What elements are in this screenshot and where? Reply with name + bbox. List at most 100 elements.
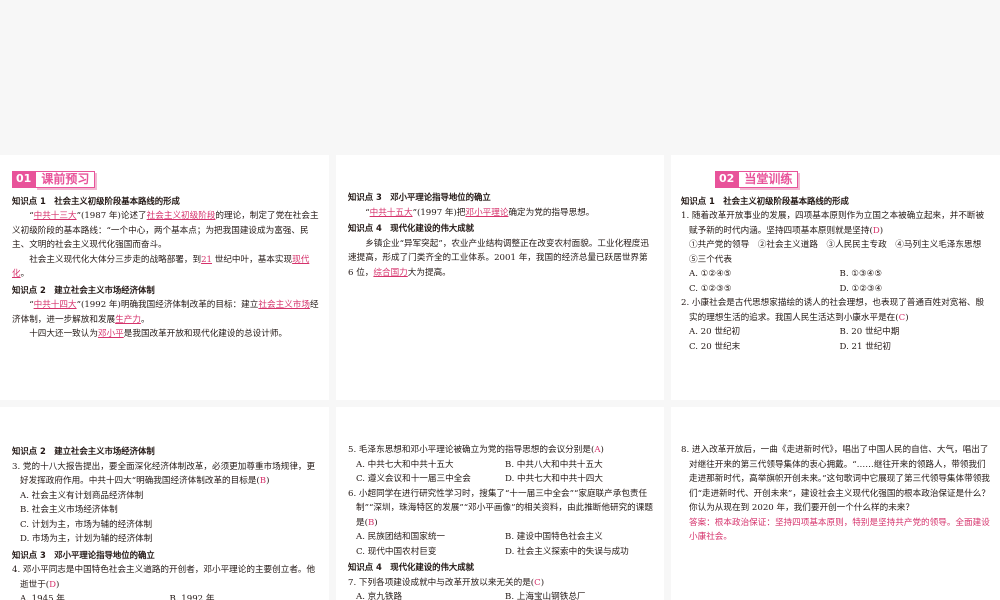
blank-answer: 社会主义初级阶段 (146, 211, 216, 221)
knowledge-point-title: 知识点 4 现代化建设的伟大成就 (348, 223, 474, 233)
answer-text: 答案：根本政治保证：坚持四项基本原则，特别是坚持共产党的领导。全面建设小康社会。 (689, 517, 990, 543)
option: A. 民族团结和国家统一 (356, 532, 446, 542)
option: C. 计划为主，市场为辅的经济体制 (20, 519, 153, 530)
blank-answer: 邓小平理论 (465, 207, 509, 218)
options: A. ①②④⑤ B. ①③④⑤ C. ①②③⑤ D. ①②③④ (681, 267, 990, 296)
option: A. 中共七大和中共十五大 (356, 459, 454, 470)
question-1: 1. 随着改革开放事业的发展，四项基本原则作为立国之本被确立起来，并不断被赋予新… (681, 209, 990, 238)
option: D. ①②③④ (839, 283, 883, 294)
blank-answer: 中共十三大 (33, 211, 77, 221)
section-header-practice: 02 当堂训练 (715, 171, 990, 188)
section-header-preview: 01 课前预习 (12, 171, 319, 188)
option: C. 现代中国农村巨变 (356, 546, 437, 557)
knowledge-point-title: 知识点 2 建立社会主义市场经济体制 (12, 446, 155, 456)
text: ) (905, 312, 909, 323)
option: B. 中共八大和中共十五大 (505, 459, 603, 470)
section-title: 当堂训练 (738, 171, 799, 188)
paragraph: 社会主义现代化大体分三步走的战略部署，到21 世纪中叶，基本实现现代化。 (12, 253, 319, 282)
section-number: 02 (715, 171, 739, 188)
text: 。 (20, 269, 30, 279)
question-items: ①共产党的领导 ②社会主义道路 ③人民民主专政 ④马列主义毛泽东思想 ⑤三个代表 (689, 240, 990, 265)
option: B. 上海宝山钢铁总厂 (505, 592, 586, 600)
question-4: 4. 邓小平同志是中国特色社会主义道路的开创者，邓小平理论的主要创立者。他逝世于… (12, 563, 319, 592)
knowledge-point-title: 知识点 4 现代化建设的伟大成就 (348, 562, 474, 572)
question-6: 6. 小超同学在进行研究性学习时，搜集了“十一届三中全会”“家庭联产承包责任制”… (348, 487, 654, 531)
option: D. 市场为主，计划为辅的经济体制 (20, 534, 153, 544)
panel-preview: 01 课前预习 知识点 1 社会主义初级阶段基本路线的形成 “中共十三大”(19… (0, 155, 329, 400)
answer: D (872, 225, 880, 236)
question-3: 3. 党的十八大报告提出，要全面深化经济体制改革，必须更加尊重市场规律，更好发挥… (12, 460, 319, 489)
question-text: 2. 小康社会是古代思想家描绘的诱人的社会理想，也表现了普通百姓对宽裕、殷实的理… (681, 298, 985, 323)
knowledge-point-title: 知识点 1 社会主义初级阶段基本路线的形成 (681, 195, 849, 206)
section-number: 01 (12, 171, 36, 188)
blank-answer: 中共十四大 (33, 300, 77, 310)
text: 社会主义现代化大体分三步走的战略部署，到 (29, 254, 202, 265)
knowledge-point-title: 知识点 2 建立社会主义市场经济体制 (12, 284, 155, 295)
option: C. ①②③⑤ (689, 283, 732, 294)
option: B. 建设中国特色社会主义 (505, 532, 603, 542)
option: D. 中共七大和中共十四大 (505, 474, 603, 484)
option: A. ①②④⑤ (689, 269, 732, 279)
options: A. 京九铁路 B. 上海宝山钢铁总厂 (348, 590, 654, 600)
option: A. 1945 年 (20, 594, 65, 600)
paragraph: 十四大还一致认为邓小平是我国改革开放和现代化建设的总设计师。 (12, 327, 319, 342)
blank-answer: 邓小平 (97, 329, 124, 339)
text: 大为提高。 (407, 267, 451, 278)
section-title: 课前预习 (35, 171, 96, 188)
text: 十四大还一致认为 (29, 329, 98, 339)
text: ”(1997 年)把 (412, 207, 466, 218)
option: B. 20 世纪中期 (839, 327, 900, 337)
question-text: 7. 下列各项建设成就中与改革开放以来无关的是( (348, 577, 535, 588)
knowledge-point-title: 知识点 3 邓小平理论指导地位的确立 (348, 192, 491, 202)
knowledge-point-title: 知识点 3 邓小平理论指导地位的确立 (12, 549, 155, 560)
option: A. 社会主义有计划商品经济体制 (20, 490, 144, 501)
panel-class-practice: 02 当堂训练 知识点 1 社会主义初级阶段基本路线的形成 1. 随着改革开放事… (671, 155, 1000, 400)
question-7: 7. 下列各项建设成就中与改革开放以来无关的是(C) (348, 576, 654, 591)
paragraph: “中共十三大”(1987 年)论述了社会主义初级阶段的理论，制定了党在社会主义初… (12, 209, 319, 253)
panel-practice-4: 8. 进入改革开放后，一曲《走进新时代》，唱出了中国人民的自信、大气，唱出了对继… (671, 407, 1000, 600)
options: A. 1945 年 B. 1992 年 (12, 592, 319, 600)
option: A. 京九铁路 (356, 592, 403, 600)
question-8: 8. 进入改革开放后，一曲《走进新时代》，唱出了中国人民的自信、大气，唱出了对继… (681, 443, 990, 516)
paragraph: “中共十四大”(1992 年)明确我国经济体制改革的目标：建立社会主义市场经济体… (12, 298, 319, 327)
text: ) (879, 225, 884, 236)
question-text: 6. 小超同学在进行研究性学习时，搜集了“十一届三中全会”“家庭联产承包责任制”… (348, 488, 653, 528)
question-2: 2. 小康社会是古代思想家描绘的诱人的社会理想，也表现了普通百姓对宽裕、殷实的理… (681, 296, 990, 325)
text: ”(1987 年)论述了 (76, 211, 147, 221)
options: A. 中共七大和中共十五大 B. 中共八大和中共十五大 C. 遵义会议和十一届三… (348, 458, 654, 487)
option: B. ①③④⑤ (839, 269, 883, 279)
knowledge-point-title: 知识点 1 社会主义初级阶段基本路线的形成 (12, 195, 180, 206)
text: 世纪中叶，基本实现 (212, 254, 293, 265)
text: ”(1992 年)明确我国经济体制改革的目标：建立 (76, 300, 259, 310)
option: D. 21 世纪初 (839, 341, 892, 352)
blank-answer: 中共十五大 (369, 207, 413, 218)
options: A. 社会主义有计划商品经济体制 B. 社会主义市场经济体制 C. 计划为主，市… (12, 489, 319, 547)
option: C. 20 世纪末 (689, 341, 741, 352)
text: ) (374, 517, 378, 528)
text: 。 (140, 314, 150, 325)
text: ) (600, 445, 604, 455)
text: ) (540, 577, 545, 588)
options: A. 20 世纪初 B. 20 世纪中期 C. 20 世纪末 D. 21 世纪初 (681, 325, 990, 354)
blank-answer: 21 (201, 254, 213, 265)
panel-preview-continued: 知识点 3 邓小平理论指导地位的确立 “中共十五大”(1997 年)把邓小平理论… (336, 155, 664, 400)
blank-answer: 生产力 (115, 314, 141, 325)
option: C. 遵义会议和十一届三中全会 (356, 474, 471, 484)
question-text: 8. 进入改革开放后，一曲《走进新时代》，唱出了中国人民的自信、大气，唱出了对继… (681, 445, 990, 513)
text: 确定为党的指导思想。 (508, 207, 595, 218)
option: B. 社会主义市场经济体制 (20, 505, 118, 515)
paragraph: 乡镇企业“异军突起”，农业产业结构调整正在改变农村面貌。工业化程度迅速提高，形成… (348, 237, 654, 281)
option: B. 1992 年 (169, 594, 215, 600)
answer: C (534, 577, 541, 588)
question-text: 3. 党的十八大报告提出，要全面深化经济体制改革，必须更加尊重市场规律，更好发挥… (12, 461, 316, 487)
blank-answer: 综合国力 (373, 267, 408, 278)
question-5: 5. 毛泽东思想和邓小平理论被确立为党的指导思想的会议分别是(A) (348, 443, 654, 458)
text: ) (266, 476, 270, 486)
paragraph: “中共十五大”(1997 年)把邓小平理论确定为党的指导思想。 (348, 206, 654, 221)
options: A. 民族团结和国家统一 B. 建设中国特色社会主义 C. 现代中国农村巨变 D… (348, 530, 654, 559)
option: D. 社会主义探索中的失误与成功 (505, 546, 629, 557)
question-text: 1. 随着改革开放事业的发展，四项基本原则作为立国之本被确立起来，并不断被赋予新… (681, 211, 985, 236)
answer: D (49, 579, 57, 590)
panel-practice-3: 5. 毛泽东思想和邓小平理论被确立为党的指导思想的会议分别是(A) A. 中共七… (336, 407, 664, 600)
text: 是我国改革开放和现代化建设的总设计师。 (123, 329, 288, 339)
